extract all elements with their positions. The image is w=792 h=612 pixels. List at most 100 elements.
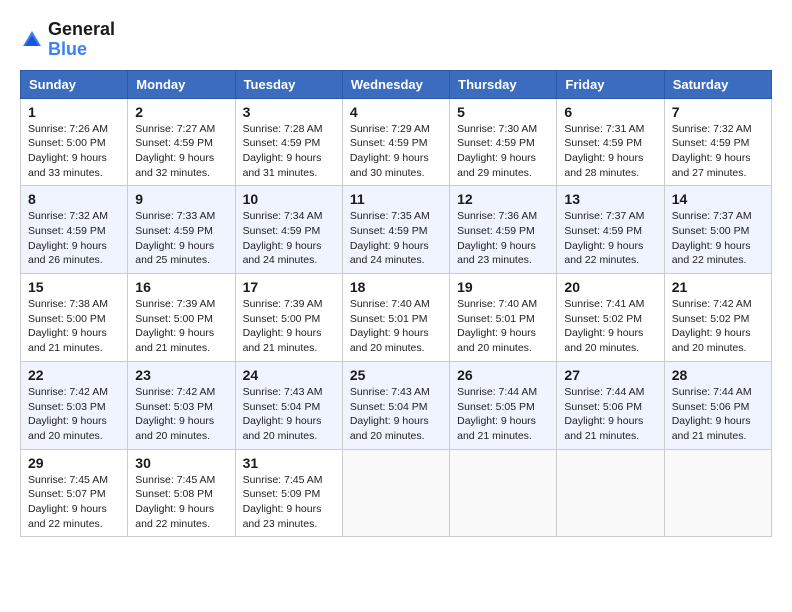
calendar-cell: 3 Sunrise: 7:28 AMSunset: 4:59 PMDayligh… — [235, 98, 342, 186]
day-number: 10 — [243, 191, 335, 207]
day-detail: Sunrise: 7:42 AMSunset: 5:02 PMDaylight:… — [672, 298, 752, 354]
calendar-cell: 6 Sunrise: 7:31 AMSunset: 4:59 PMDayligh… — [557, 98, 664, 186]
day-header-wednesday: Wednesday — [342, 70, 449, 98]
day-detail: Sunrise: 7:37 AMSunset: 5:00 PMDaylight:… — [672, 210, 752, 266]
calendar-cell: 24 Sunrise: 7:43 AMSunset: 5:04 PMDaylig… — [235, 361, 342, 449]
day-detail: Sunrise: 7:36 AMSunset: 4:59 PMDaylight:… — [457, 210, 537, 266]
calendar-cell: 27 Sunrise: 7:44 AMSunset: 5:06 PMDaylig… — [557, 361, 664, 449]
logo: General Blue — [20, 20, 115, 60]
calendar-cell: 21 Sunrise: 7:42 AMSunset: 5:02 PMDaylig… — [664, 274, 771, 362]
calendar-cell — [557, 449, 664, 537]
calendar-cell: 22 Sunrise: 7:42 AMSunset: 5:03 PMDaylig… — [21, 361, 128, 449]
calendar-cell: 2 Sunrise: 7:27 AMSunset: 4:59 PMDayligh… — [128, 98, 235, 186]
calendar-cell: 29 Sunrise: 7:45 AMSunset: 5:07 PMDaylig… — [21, 449, 128, 537]
calendar-header-row: SundayMondayTuesdayWednesdayThursdayFrid… — [21, 70, 772, 98]
calendar-cell: 12 Sunrise: 7:36 AMSunset: 4:59 PMDaylig… — [450, 186, 557, 274]
day-detail: Sunrise: 7:44 AMSunset: 5:06 PMDaylight:… — [672, 386, 752, 442]
day-detail: Sunrise: 7:38 AMSunset: 5:00 PMDaylight:… — [28, 298, 108, 354]
day-number: 14 — [672, 191, 764, 207]
calendar-cell: 10 Sunrise: 7:34 AMSunset: 4:59 PMDaylig… — [235, 186, 342, 274]
calendar-body: 1 Sunrise: 7:26 AMSunset: 5:00 PMDayligh… — [21, 98, 772, 537]
day-number: 28 — [672, 367, 764, 383]
calendar-cell: 9 Sunrise: 7:33 AMSunset: 4:59 PMDayligh… — [128, 186, 235, 274]
day-detail: Sunrise: 7:41 AMSunset: 5:02 PMDaylight:… — [564, 298, 644, 354]
calendar-cell: 19 Sunrise: 7:40 AMSunset: 5:01 PMDaylig… — [450, 274, 557, 362]
calendar-cell: 7 Sunrise: 7:32 AMSunset: 4:59 PMDayligh… — [664, 98, 771, 186]
day-number: 6 — [564, 104, 656, 120]
calendar-cell: 20 Sunrise: 7:41 AMSunset: 5:02 PMDaylig… — [557, 274, 664, 362]
day-detail: Sunrise: 7:28 AMSunset: 4:59 PMDaylight:… — [243, 123, 323, 179]
calendar-cell: 16 Sunrise: 7:39 AMSunset: 5:00 PMDaylig… — [128, 274, 235, 362]
calendar-cell: 15 Sunrise: 7:38 AMSunset: 5:00 PMDaylig… — [21, 274, 128, 362]
day-number: 11 — [350, 191, 442, 207]
calendar-week-row: 15 Sunrise: 7:38 AMSunset: 5:00 PMDaylig… — [21, 274, 772, 362]
day-detail: Sunrise: 7:27 AMSunset: 4:59 PMDaylight:… — [135, 123, 215, 179]
calendar-cell: 4 Sunrise: 7:29 AMSunset: 4:59 PMDayligh… — [342, 98, 449, 186]
day-header-sunday: Sunday — [21, 70, 128, 98]
day-detail: Sunrise: 7:44 AMSunset: 5:05 PMDaylight:… — [457, 386, 537, 442]
calendar-cell: 1 Sunrise: 7:26 AMSunset: 5:00 PMDayligh… — [21, 98, 128, 186]
day-detail: Sunrise: 7:33 AMSunset: 4:59 PMDaylight:… — [135, 210, 215, 266]
day-number: 17 — [243, 279, 335, 295]
day-header-monday: Monday — [128, 70, 235, 98]
day-number: 30 — [135, 455, 227, 471]
day-number: 27 — [564, 367, 656, 383]
calendar-cell: 18 Sunrise: 7:40 AMSunset: 5:01 PMDaylig… — [342, 274, 449, 362]
day-number: 18 — [350, 279, 442, 295]
calendar-cell: 8 Sunrise: 7:32 AMSunset: 4:59 PMDayligh… — [21, 186, 128, 274]
calendar-cell — [342, 449, 449, 537]
day-detail: Sunrise: 7:31 AMSunset: 4:59 PMDaylight:… — [564, 123, 644, 179]
day-number: 29 — [28, 455, 120, 471]
calendar-week-row: 22 Sunrise: 7:42 AMSunset: 5:03 PMDaylig… — [21, 361, 772, 449]
day-number: 5 — [457, 104, 549, 120]
day-number: 3 — [243, 104, 335, 120]
day-number: 26 — [457, 367, 549, 383]
day-number: 13 — [564, 191, 656, 207]
day-detail: Sunrise: 7:35 AMSunset: 4:59 PMDaylight:… — [350, 210, 430, 266]
day-detail: Sunrise: 7:44 AMSunset: 5:06 PMDaylight:… — [564, 386, 644, 442]
day-number: 25 — [350, 367, 442, 383]
day-number: 12 — [457, 191, 549, 207]
day-detail: Sunrise: 7:26 AMSunset: 5:00 PMDaylight:… — [28, 123, 108, 179]
day-number: 23 — [135, 367, 227, 383]
day-number: 1 — [28, 104, 120, 120]
calendar-cell: 30 Sunrise: 7:45 AMSunset: 5:08 PMDaylig… — [128, 449, 235, 537]
day-detail: Sunrise: 7:42 AMSunset: 5:03 PMDaylight:… — [28, 386, 108, 442]
day-detail: Sunrise: 7:34 AMSunset: 4:59 PMDaylight:… — [243, 210, 323, 266]
day-number: 9 — [135, 191, 227, 207]
calendar-cell: 28 Sunrise: 7:44 AMSunset: 5:06 PMDaylig… — [664, 361, 771, 449]
day-detail: Sunrise: 7:45 AMSunset: 5:08 PMDaylight:… — [135, 474, 215, 530]
day-number: 4 — [350, 104, 442, 120]
day-number: 20 — [564, 279, 656, 295]
day-number: 24 — [243, 367, 335, 383]
day-detail: Sunrise: 7:40 AMSunset: 5:01 PMDaylight:… — [350, 298, 430, 354]
day-header-tuesday: Tuesday — [235, 70, 342, 98]
calendar-cell: 11 Sunrise: 7:35 AMSunset: 4:59 PMDaylig… — [342, 186, 449, 274]
day-number: 22 — [28, 367, 120, 383]
day-number: 16 — [135, 279, 227, 295]
day-detail: Sunrise: 7:30 AMSunset: 4:59 PMDaylight:… — [457, 123, 537, 179]
calendar-table: SundayMondayTuesdayWednesdayThursdayFrid… — [20, 70, 772, 538]
day-detail: Sunrise: 7:39 AMSunset: 5:00 PMDaylight:… — [135, 298, 215, 354]
logo-name: General Blue — [48, 20, 115, 60]
calendar-cell: 14 Sunrise: 7:37 AMSunset: 5:00 PMDaylig… — [664, 186, 771, 274]
calendar-cell: 25 Sunrise: 7:43 AMSunset: 5:04 PMDaylig… — [342, 361, 449, 449]
calendar-cell: 31 Sunrise: 7:45 AMSunset: 5:09 PMDaylig… — [235, 449, 342, 537]
calendar-cell: 5 Sunrise: 7:30 AMSunset: 4:59 PMDayligh… — [450, 98, 557, 186]
day-number: 8 — [28, 191, 120, 207]
day-detail: Sunrise: 7:40 AMSunset: 5:01 PMDaylight:… — [457, 298, 537, 354]
calendar-cell — [664, 449, 771, 537]
day-detail: Sunrise: 7:29 AMSunset: 4:59 PMDaylight:… — [350, 123, 430, 179]
day-detail: Sunrise: 7:39 AMSunset: 5:00 PMDaylight:… — [243, 298, 323, 354]
day-detail: Sunrise: 7:32 AMSunset: 4:59 PMDaylight:… — [672, 123, 752, 179]
day-number: 7 — [672, 104, 764, 120]
calendar-cell — [450, 449, 557, 537]
day-number: 15 — [28, 279, 120, 295]
calendar-cell: 17 Sunrise: 7:39 AMSunset: 5:00 PMDaylig… — [235, 274, 342, 362]
day-number: 2 — [135, 104, 227, 120]
calendar-cell: 23 Sunrise: 7:42 AMSunset: 5:03 PMDaylig… — [128, 361, 235, 449]
calendar-week-row: 8 Sunrise: 7:32 AMSunset: 4:59 PMDayligh… — [21, 186, 772, 274]
day-detail: Sunrise: 7:43 AMSunset: 5:04 PMDaylight:… — [243, 386, 323, 442]
calendar-cell: 26 Sunrise: 7:44 AMSunset: 5:05 PMDaylig… — [450, 361, 557, 449]
day-number: 21 — [672, 279, 764, 295]
